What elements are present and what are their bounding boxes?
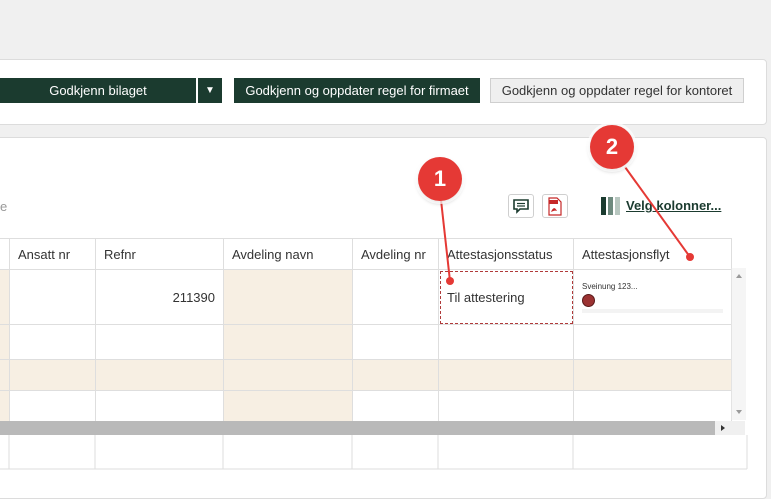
chevron-down-icon: ▼	[205, 85, 215, 96]
column-header-prev[interactable]	[0, 238, 10, 270]
cell-avdeling-nr[interactable]	[352, 269, 439, 325]
annotation-marker-1: 1	[418, 157, 462, 201]
annotation-target-dot-2	[686, 253, 694, 261]
table-cell[interactable]	[223, 390, 353, 422]
columns-icon	[601, 197, 621, 220]
annotation-target-dot-1	[446, 277, 454, 285]
table-cell[interactable]	[352, 359, 439, 391]
approve-update-firm-rule-button[interactable]: Godkjenn og oppdater regel for firmaet	[234, 78, 480, 103]
table-cell[interactable]	[223, 324, 353, 360]
comment-button[interactable]	[508, 194, 534, 218]
column-header-avdeling-navn[interactable]: Avdeling navn	[223, 238, 353, 270]
vertical-scrollbar[interactable]	[731, 268, 746, 420]
table-cell[interactable]	[352, 390, 439, 422]
annotation-marker-2: 2	[590, 125, 634, 169]
approve-voucher-button[interactable]: Godkjenn bilaget	[0, 78, 196, 103]
flow-approver-name: Sveinung 123...	[582, 281, 638, 291]
cell-refnr[interactable]: 211390	[95, 269, 224, 325]
flow-progress-track	[582, 308, 723, 313]
table-cell[interactable]	[573, 359, 732, 391]
table-row[interactable]	[0, 359, 732, 391]
truncated-text: e	[0, 199, 8, 214]
table-cell[interactable]	[95, 390, 224, 422]
scroll-down-icon[interactable]	[732, 406, 746, 418]
cell-attestasjonsflyt[interactable]: Sveinung 123...	[573, 269, 732, 325]
approve-dropdown-button[interactable]: ▼	[198, 78, 222, 103]
table-cell[interactable]	[0, 269, 10, 325]
table-cell[interactable]	[352, 324, 439, 360]
pdf-button[interactable]	[542, 194, 568, 218]
table-cell[interactable]	[438, 324, 574, 360]
horizontal-scrollbar[interactable]	[0, 421, 731, 435]
scroll-up-icon[interactable]	[732, 270, 746, 282]
column-header-attestasjonsflyt[interactable]: Attestasjonsflyt	[573, 238, 732, 270]
table-cell[interactable]	[0, 390, 10, 422]
table-cell[interactable]	[9, 324, 96, 360]
table-cell[interactable]	[0, 359, 10, 391]
table-cell[interactable]	[95, 359, 224, 391]
comment-icon	[513, 198, 529, 214]
table-row[interactable]	[0, 324, 732, 360]
scrollbar-corner	[731, 421, 745, 435]
approve-update-office-rule-button[interactable]: Godkjenn og oppdater regel for kontoret	[490, 78, 744, 103]
choose-columns-link[interactable]: Velg kolonner...	[626, 198, 721, 213]
column-header-ansatt-nr[interactable]: Ansatt nr	[9, 238, 96, 270]
table-cell[interactable]	[9, 390, 96, 422]
column-header-avdeling-nr[interactable]: Avdeling nr	[352, 238, 439, 270]
column-header-refnr[interactable]: Refnr	[95, 238, 224, 270]
scroll-right-icon	[721, 425, 725, 431]
table-cell[interactable]	[223, 359, 353, 391]
flow-status-dot[interactable]	[582, 293, 595, 307]
table-cell[interactable]	[573, 390, 732, 422]
cell-avdeling-navn[interactable]	[223, 269, 353, 325]
pdf-icon	[548, 196, 562, 216]
table-cell[interactable]	[438, 359, 574, 391]
table-cell[interactable]	[95, 324, 224, 360]
cell-ansatt-nr[interactable]	[9, 269, 96, 325]
table-row[interactable]	[0, 390, 732, 422]
cell-attestasjonsstatus[interactable]: Til attestering	[438, 269, 574, 325]
table-cell[interactable]	[0, 324, 10, 360]
data-grid: Ansatt nr Refnr Avdeling navn Avdeling n…	[0, 238, 732, 422]
table-cell[interactable]	[573, 324, 732, 360]
table-row[interactable]: 211390 Til attestering Sveinung 123...	[0, 269, 732, 325]
scroll-right-button[interactable]	[715, 421, 731, 435]
table-cell[interactable]	[438, 390, 574, 422]
column-header-attestasjonsstatus[interactable]: Attestasjonsstatus	[438, 238, 574, 270]
table-cell[interactable]	[9, 359, 96, 391]
